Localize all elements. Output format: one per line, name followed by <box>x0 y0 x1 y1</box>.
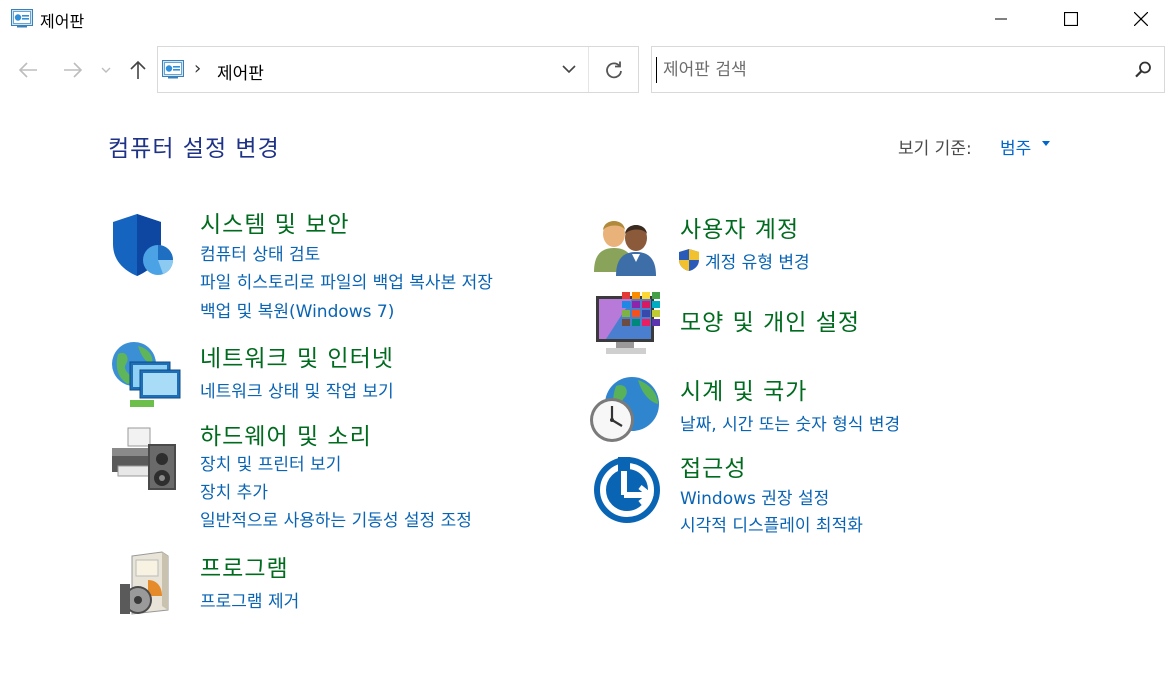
uac-shield-icon <box>679 249 699 271</box>
link-file-history-backup[interactable]: 파일 히스토리로 파일의 백업 복사본 저장 <box>200 268 493 293</box>
link-mobility-settings[interactable]: 일반적으로 사용하는 기동성 설정 조정 <box>200 506 472 531</box>
chevron-down-icon <box>562 65 576 74</box>
category-network-internet[interactable]: 네트워크 및 인터넷 <box>200 339 394 373</box>
search-icon[interactable] <box>1132 59 1154 81</box>
caret-down-icon[interactable] <box>1042 141 1050 147</box>
link-add-device[interactable]: 장치 추가 <box>200 478 268 503</box>
category-user-accounts[interactable]: 사용자 계정 <box>680 210 799 244</box>
link-devices-printers[interactable]: 장치 및 프린터 보기 <box>200 450 341 475</box>
category-appearance[interactable]: 모양 및 개인 설정 <box>680 303 860 337</box>
up-button[interactable] <box>125 56 151 84</box>
link-recommended-settings[interactable]: Windows 권장 설정 <box>680 484 829 509</box>
view-by-dropdown[interactable]: 범주 <box>1000 134 1031 159</box>
arrow-up-icon <box>130 60 146 79</box>
breadcrumb-separator[interactable]: › <box>194 58 201 79</box>
ease-of-access-icon <box>594 457 660 523</box>
category-clock-region[interactable]: 시계 및 국가 <box>680 372 807 406</box>
category-hardware-sound[interactable]: 하드웨어 및 소리 <box>200 417 372 451</box>
link-review-computer-status[interactable]: 컴퓨터 상태 검토 <box>200 240 320 265</box>
users-icon <box>594 221 656 276</box>
control-panel-icon <box>11 9 33 28</box>
forward-button[interactable] <box>60 56 86 84</box>
maximize-button[interactable] <box>1048 0 1094 38</box>
minimize-button[interactable] <box>978 0 1024 38</box>
link-change-account-type[interactable]: 계정 유형 변경 <box>705 248 810 273</box>
refresh-icon <box>605 61 622 78</box>
clock-globe-icon <box>590 377 659 442</box>
title-bar: 제어판 <box>0 0 1171 38</box>
category-system-security[interactable]: 시스템 및 보안 <box>200 205 350 239</box>
link-backup-restore[interactable]: 백업 및 복원(Windows 7) <box>200 297 394 322</box>
close-button[interactable] <box>1118 0 1164 38</box>
close-icon <box>1134 12 1148 26</box>
maximize-icon <box>1064 12 1078 26</box>
link-uninstall-program[interactable]: 프로그램 제거 <box>200 587 299 612</box>
programs-box-icon <box>120 551 169 615</box>
link-network-status[interactable]: 네트워크 상태 및 작업 보기 <box>200 377 394 402</box>
search-box[interactable] <box>651 46 1165 93</box>
refresh-button[interactable] <box>589 47 638 92</box>
view-by-label: 보기 기준: <box>898 139 972 159</box>
link-date-time-format[interactable]: 날짜, 시간 또는 숫자 형식 변경 <box>680 410 900 435</box>
shield-icon <box>113 214 173 276</box>
back-button[interactable] <box>15 56 41 84</box>
network-globe-icon <box>112 342 181 407</box>
minimize-icon <box>995 18 1007 20</box>
breadcrumb-control-panel[interactable]: 제어판 <box>217 59 264 84</box>
search-input[interactable] <box>656 57 1116 83</box>
arrow-left-icon <box>18 62 37 78</box>
chevron-down-icon <box>101 67 111 73</box>
arrow-right-icon <box>64 62 83 78</box>
address-bar[interactable]: › 제어판 <box>157 46 639 93</box>
link-optimize-visual-display[interactable]: 시각적 디스플레이 최적화 <box>680 511 863 536</box>
recent-locations-button[interactable] <box>96 56 116 84</box>
address-dropdown-button[interactable] <box>550 47 588 92</box>
printer-speaker-icon <box>112 427 176 490</box>
control-panel-icon <box>162 60 184 79</box>
category-programs[interactable]: 프로그램 <box>200 549 289 583</box>
category-ease-of-access[interactable]: 접근성 <box>680 449 746 483</box>
page-title: 컴퓨터 설정 변경 <box>108 136 280 162</box>
personalization-monitor-icon <box>596 292 660 354</box>
window-title: 제어판 <box>40 12 85 31</box>
